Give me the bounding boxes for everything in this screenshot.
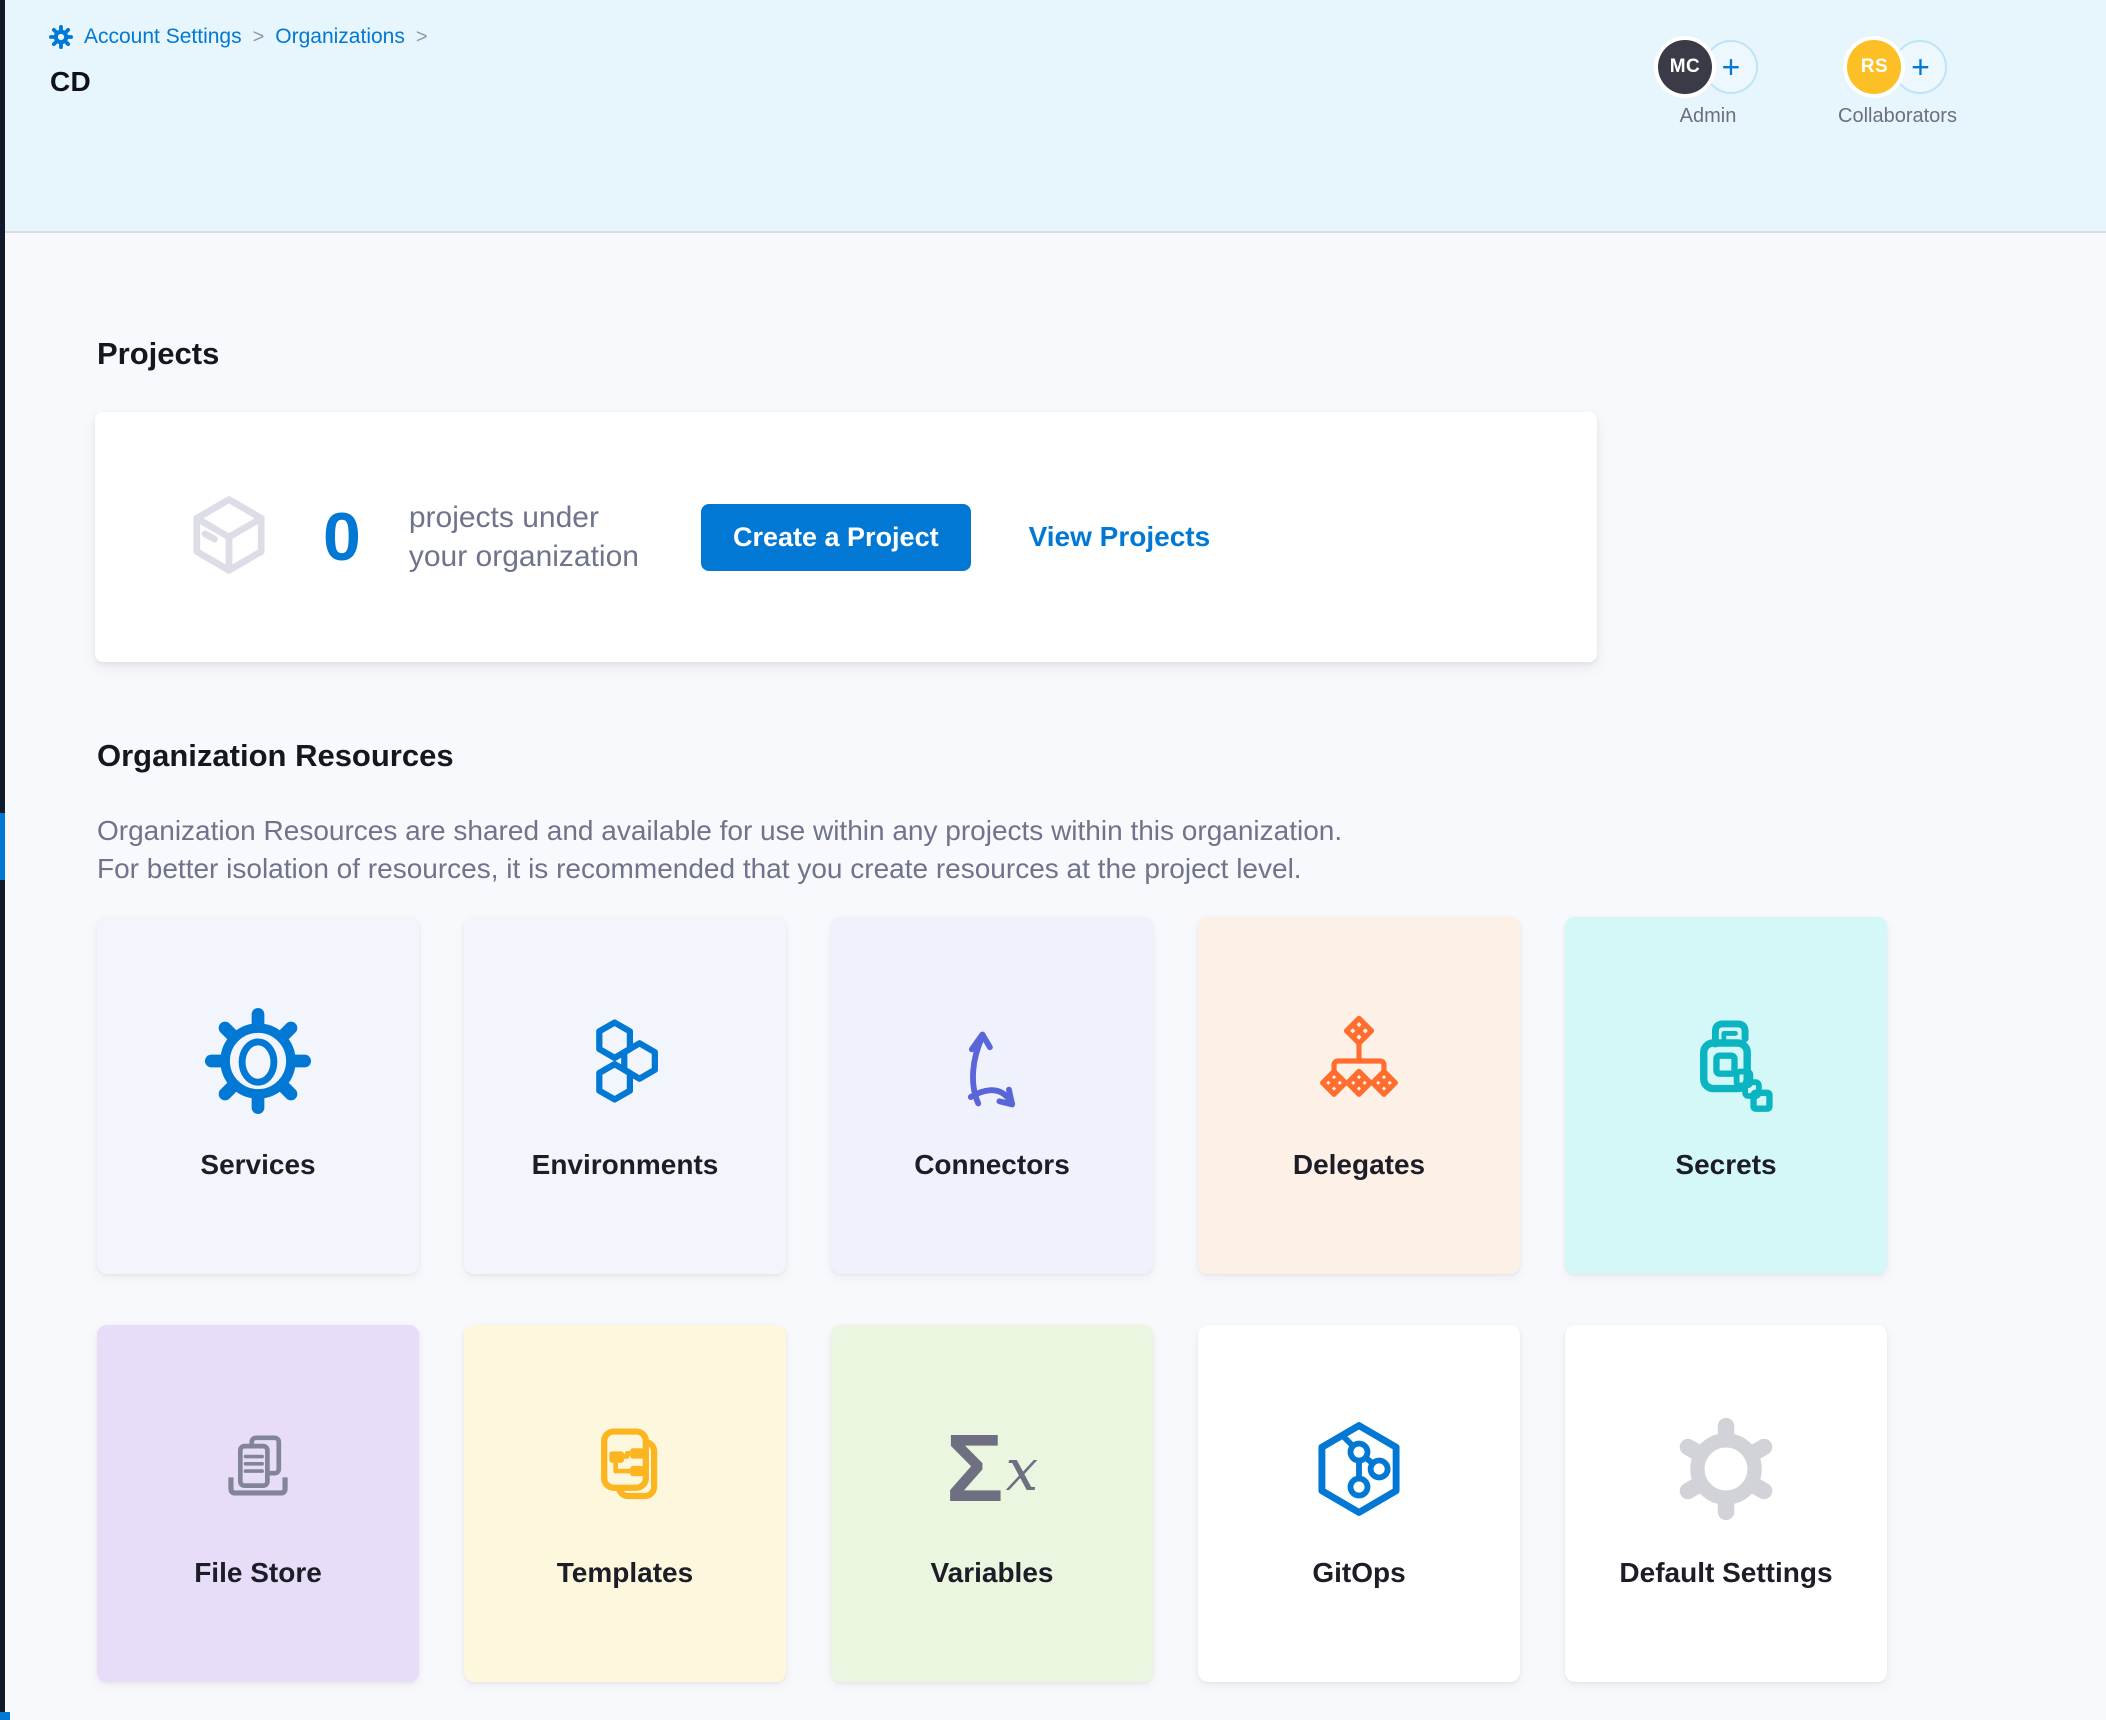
card-label: Services — [200, 1149, 315, 1181]
delegates-network-icon — [1307, 1005, 1411, 1117]
card-label: File Store — [194, 1557, 322, 1589]
add-admin-button[interactable]: + — [1704, 40, 1758, 94]
project-count-caption: projects under your organization — [409, 498, 639, 576]
card-label: Environments — [532, 1149, 719, 1181]
projects-heading: Projects — [97, 336, 219, 372]
create-project-button[interactable]: Create a Project — [701, 504, 971, 571]
card-services[interactable]: Services — [97, 917, 419, 1274]
settings-gear-icon — [49, 25, 73, 49]
card-label: Connectors — [914, 1149, 1070, 1181]
view-projects-link[interactable]: View Projects — [1029, 521, 1211, 553]
nav-rail-active-indicator — [0, 813, 5, 880]
admin-label: Admin — [1680, 105, 1737, 128]
variables-sigma-icon: Σ x — [946, 1413, 1038, 1525]
templates-icon — [573, 1413, 677, 1525]
projects-summary-card: 0 projects under your organization Creat… — [95, 412, 1597, 662]
card-label: Default Settings — [1619, 1557, 1832, 1589]
collaborators-label: Collaborators — [1838, 105, 1957, 128]
collaborator-avatar[interactable]: RS — [1847, 40, 1901, 94]
nav-rail-bottom-indicator — [0, 1712, 10, 1720]
card-file-store[interactable]: File Store — [97, 1325, 419, 1682]
organization-resources-description: Organization Resources are shared and av… — [97, 812, 1342, 888]
breadcrumb-organizations[interactable]: Organizations — [275, 25, 405, 49]
collaborators-group: RS + Collaborators — [1838, 38, 1957, 128]
services-gear-icon — [205, 1005, 311, 1117]
page-header: Account Settings > Organizations > CD MC… — [5, 0, 2106, 233]
card-connectors[interactable]: Connectors — [831, 917, 1153, 1274]
gitops-icon — [1306, 1413, 1412, 1525]
card-default-settings[interactable]: Default Settings — [1565, 1325, 1887, 1682]
organization-resources-heading: Organization Resources — [97, 738, 454, 774]
breadcrumb-account-settings[interactable]: Account Settings — [84, 25, 242, 49]
breadcrumb: Account Settings > Organizations > — [49, 25, 428, 49]
add-collaborator-button[interactable]: + — [1893, 40, 1947, 94]
default-settings-gear-icon — [1671, 1413, 1781, 1525]
connectors-arrows-icon — [939, 1005, 1045, 1117]
card-label: GitOps — [1312, 1557, 1405, 1589]
breadcrumb-separator: > — [253, 26, 265, 49]
card-label: Templates — [557, 1557, 693, 1589]
admin-members-group: MC + Admin — [1658, 38, 1758, 128]
card-label: Delegates — [1293, 1149, 1425, 1181]
card-templates[interactable]: Templates — [464, 1325, 786, 1682]
breadcrumb-separator: > — [416, 26, 428, 49]
environments-hexagons-icon — [573, 1005, 677, 1117]
card-delegates[interactable]: Delegates — [1198, 917, 1520, 1274]
card-label: Variables — [931, 1557, 1054, 1589]
card-label: Secrets — [1675, 1149, 1776, 1181]
project-cube-icon — [177, 485, 281, 589]
card-variables[interactable]: Σ x Variables — [831, 1325, 1153, 1682]
card-gitops[interactable]: GitOps — [1198, 1325, 1520, 1682]
secrets-lock-icon — [1673, 1005, 1779, 1117]
card-secrets[interactable]: Secrets — [1565, 917, 1887, 1274]
admin-avatar[interactable]: MC — [1658, 40, 1712, 94]
org-title: CD — [50, 66, 91, 98]
resources-grid: Services Environments Connectors — [97, 917, 1887, 1682]
project-count: 0 — [323, 498, 361, 576]
file-store-icon — [206, 1413, 310, 1525]
card-environments[interactable]: Environments — [464, 917, 786, 1274]
